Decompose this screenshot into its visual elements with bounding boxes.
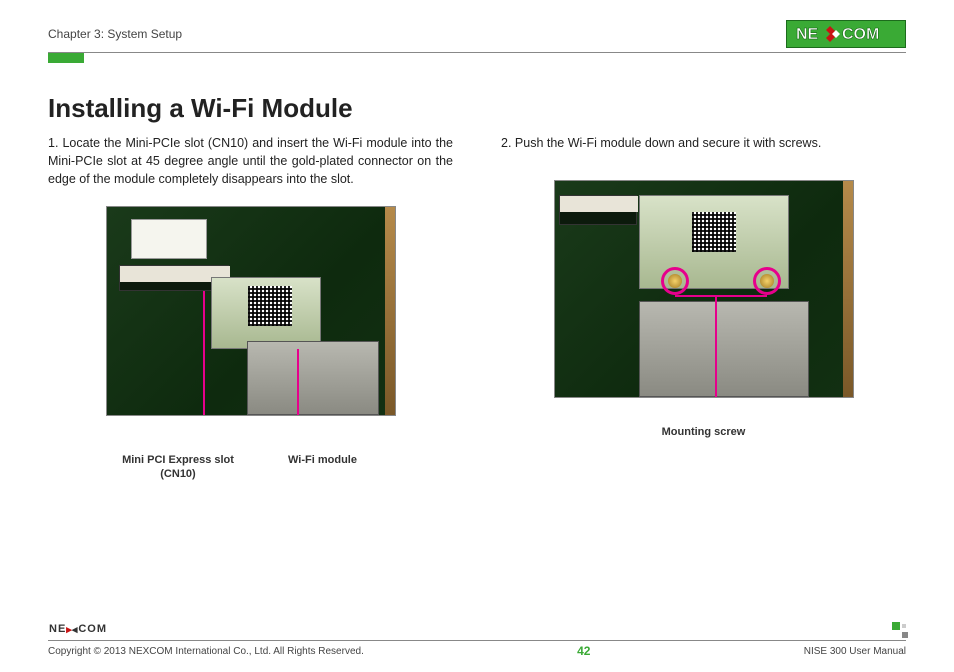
caption-screw: Mounting screw — [662, 426, 746, 438]
leader-line-module — [297, 349, 299, 416]
figure-2: Mounting screw — [501, 180, 906, 438]
svg-text:COM: COM — [842, 26, 879, 43]
page-title: Installing a Wi-Fi Module — [48, 93, 906, 124]
qr-code-icon-2 — [692, 212, 736, 252]
step-2-num: 2. — [501, 136, 511, 150]
copyright-text: Copyright © 2013 NEXCOM International Co… — [48, 646, 364, 657]
footer-logo: NE ▸◂ COM — [48, 620, 118, 638]
step-1-num: 1. — [48, 136, 58, 150]
footer-ornament-icon — [892, 622, 910, 640]
chip-label — [131, 219, 207, 259]
leader-line-slot — [203, 291, 205, 416]
chapter-label: Chapter 3: System Setup — [48, 27, 182, 41]
leader-line-screw — [715, 295, 717, 398]
step-2-text: Push the Wi-Fi module down and secure it… — [515, 136, 821, 150]
slot-strip-2 — [559, 195, 637, 225]
caption-module: Wi-Fi module — [263, 454, 383, 482]
accent-tab — [48, 53, 84, 63]
wifi-module-card — [211, 277, 321, 349]
figure-1: Mini PCI Express slot (CN10) Wi-Fi modul… — [48, 206, 453, 482]
step-1: 1. Locate the Mini-PCIe slot (CN10) and … — [48, 134, 453, 188]
step-2: 2. Push the Wi-Fi module down and secure… — [501, 134, 906, 152]
shield-plate — [247, 341, 379, 415]
qr-code-icon — [248, 286, 292, 326]
screw-highlight-left — [661, 267, 689, 295]
screw-highlight-right — [753, 267, 781, 295]
svg-text:NE: NE — [796, 26, 819, 43]
step-1-text: Locate the Mini-PCIe slot (CN10) and ins… — [48, 136, 453, 186]
slot-sticker-2 — [560, 196, 638, 212]
board-edge — [385, 207, 395, 415]
page-footer: NE ▸◂ COM Copyright © 2013 NEXCOM Intern… — [48, 619, 906, 658]
leader-line-screw-h — [675, 295, 767, 297]
shield-plate-2 — [639, 301, 809, 397]
board-edge-2 — [843, 181, 853, 397]
page-number: 42 — [577, 644, 590, 658]
board-photo-2 — [554, 180, 854, 398]
caption-slot: Mini PCI Express slot (CN10) — [106, 454, 251, 482]
brand-logo: NE COM — [786, 20, 906, 48]
doc-title: NISE 300 User Manual — [804, 646, 906, 657]
board-photo-1 — [106, 206, 396, 416]
